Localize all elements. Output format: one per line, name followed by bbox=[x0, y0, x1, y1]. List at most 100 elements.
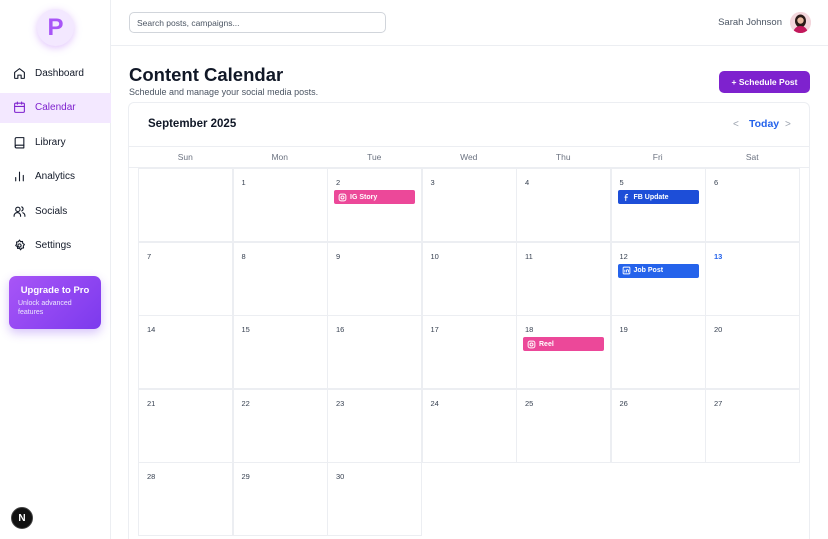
sidebar-item-label: Dashboard bbox=[35, 67, 84, 79]
book-icon bbox=[13, 136, 26, 149]
day-number: 27 bbox=[714, 398, 723, 408]
day-number: 3 bbox=[430, 178, 435, 187]
event-label: Reel bbox=[539, 340, 554, 348]
sidebar-item-dashboard[interactable]: Dashboard bbox=[0, 58, 111, 88]
weekday-label: Sun bbox=[177, 152, 193, 162]
weekday-label: Mon bbox=[271, 152, 289, 162]
upgrade-subtitle: Unlock advanced features bbox=[18, 300, 72, 316]
app-logo[interactable]: P bbox=[37, 9, 74, 46]
sidebar-item-label: Library bbox=[35, 136, 66, 148]
calendar-day-cell[interactable]: 2 IG Story bbox=[327, 168, 422, 242]
calendar-day-cell[interactable]: 16 bbox=[327, 315, 422, 390]
calendar-day-cell[interactable]: 3 bbox=[421, 168, 517, 242]
page-title: Content Calendar bbox=[129, 64, 284, 85]
previous-month-button[interactable]: < bbox=[733, 119, 739, 130]
today-button[interactable]: Today bbox=[749, 118, 779, 130]
calendar-event[interactable]: Job Post bbox=[617, 263, 699, 278]
calendar-day-cell[interactable]: 7 bbox=[138, 241, 233, 316]
weekday-label: Thu bbox=[555, 152, 571, 162]
event-label: FB Update bbox=[633, 193, 669, 201]
day-number: 21 bbox=[147, 398, 156, 408]
calendar-day-cell[interactable]: 9 bbox=[327, 241, 422, 316]
calendar-day-cell[interactable]: 21 bbox=[138, 388, 233, 463]
calendar-day-cell[interactable]: 29 bbox=[232, 462, 328, 537]
day-number: 28 bbox=[147, 472, 156, 482]
calendar-day-cell[interactable]: 17 bbox=[421, 315, 517, 390]
day-number: 8 bbox=[241, 251, 246, 261]
sidebar-item-analytics[interactable]: Analytics bbox=[0, 162, 111, 192]
dev-tools-button[interactable]: N bbox=[11, 507, 33, 529]
day-number: 25 bbox=[525, 398, 534, 408]
calendar-event[interactable]: IG Story bbox=[334, 190, 415, 204]
weekday-label: Tue bbox=[367, 152, 382, 162]
calendar-day-cell[interactable]: 26 bbox=[610, 388, 706, 463]
day-number: 1 bbox=[241, 178, 246, 187]
calendar-day-cell[interactable]: 18 Reel bbox=[516, 315, 611, 390]
calendar-day-cell[interactable]: 6 bbox=[705, 168, 800, 242]
instagram-icon bbox=[527, 340, 536, 349]
day-number: 29 bbox=[241, 472, 250, 482]
day-number: 13 bbox=[714, 251, 723, 261]
sidebar-item-label: Socials bbox=[35, 205, 68, 217]
sidebar-item-library[interactable]: Library bbox=[0, 127, 111, 157]
calendar-day-cell[interactable]: 24 bbox=[421, 388, 517, 463]
weekday-label: Wed bbox=[460, 152, 478, 162]
avatar[interactable] bbox=[790, 12, 811, 33]
app-root: P Dashboard Calendar Library Analytics S… bbox=[0, 0, 828, 539]
calendar-day-cell[interactable] bbox=[138, 168, 233, 242]
sidebar-item-label: Settings bbox=[35, 240, 72, 251]
sidebar-nav: Dashboard Calendar Library Analytics Soc… bbox=[0, 58, 111, 265]
day-number: 26 bbox=[619, 398, 628, 408]
logo-letter: P bbox=[47, 13, 64, 41]
top-header: Sarah Johnson bbox=[111, 0, 828, 46]
calendar-day-cell[interactable]: 12 Job Post bbox=[610, 241, 706, 316]
calendar-card: September 2025 < Today > Sun Mon Tue Wed Thu… bbox=[128, 102, 810, 539]
day-number: 30 bbox=[336, 472, 345, 482]
day-number: 2 bbox=[336, 178, 341, 187]
calendar-day-cell[interactable]: 5 FB Update bbox=[610, 168, 706, 242]
sidebar-item-socials[interactable]: Socials bbox=[0, 196, 111, 226]
calendar-day-cell[interactable]: 23 bbox=[327, 388, 422, 463]
next-month-button[interactable]: > bbox=[785, 119, 791, 130]
upgrade-card[interactable]: Upgrade to Pro Unlock advanced features bbox=[9, 276, 101, 329]
weekday-label: Fri bbox=[652, 152, 663, 162]
calendar-day-cell[interactable]: 11 bbox=[516, 241, 611, 316]
day-number: 11 bbox=[525, 251, 533, 261]
event-label: IG Story bbox=[350, 193, 378, 201]
calendar-day-cell[interactable]: 30 bbox=[327, 462, 422, 537]
calendar-day-cell[interactable]: 27 bbox=[705, 388, 800, 463]
weekday-label: Sat bbox=[745, 152, 759, 162]
calendar-day-cell[interactable]: 28 bbox=[138, 462, 233, 537]
weekday-header: Sun Mon Tue Wed Thu Fri Sat bbox=[129, 146, 809, 168]
calendar-day-cell[interactable]: 13 bbox=[705, 241, 800, 316]
sidebar-item-settings[interactable]: Settings bbox=[0, 231, 111, 261]
sidebar-item-label: Calendar bbox=[35, 102, 76, 113]
schedule-post-button[interactable]: + Schedule Post bbox=[719, 71, 810, 93]
calendar-day-cell[interactable]: 22 bbox=[232, 388, 328, 463]
day-number: 15 bbox=[241, 325, 250, 335]
calendar-day-cell[interactable]: 4 bbox=[516, 168, 611, 242]
calendar-day-cell[interactable]: 20 bbox=[705, 315, 800, 390]
calendar-day-cell[interactable]: 8 bbox=[232, 241, 328, 316]
day-number: 12 bbox=[619, 251, 628, 261]
calendar-day-cell[interactable]: 25 bbox=[516, 388, 611, 463]
calendar-event[interactable]: Reel bbox=[523, 337, 604, 352]
calendar-day-cell[interactable]: 10 bbox=[421, 241, 517, 316]
day-number: 7 bbox=[147, 251, 152, 261]
calendar-day-cell[interactable]: 14 bbox=[138, 315, 233, 390]
day-number: 17 bbox=[430, 325, 439, 335]
sidebar-item-calendar[interactable]: Calendar bbox=[0, 92, 111, 123]
calendar-day-cell[interactable]: 19 bbox=[610, 315, 706, 390]
calendar-day-cell[interactable]: 1 bbox=[232, 168, 328, 242]
calendar-day-cell[interactable]: 15 bbox=[232, 315, 328, 390]
day-number: 19 bbox=[619, 325, 628, 335]
calendar-event[interactable]: FB Update bbox=[617, 190, 699, 204]
upgrade-title: Upgrade to Pro bbox=[20, 285, 90, 296]
day-number: 22 bbox=[241, 398, 250, 408]
search-input[interactable] bbox=[129, 12, 386, 33]
day-number: 14 bbox=[147, 325, 156, 335]
month-label: September 2025 bbox=[148, 118, 237, 130]
sidebar: P Dashboard Calendar Library Analytics S… bbox=[0, 0, 111, 539]
day-number: 9 bbox=[336, 251, 341, 261]
linkedin-icon bbox=[622, 266, 631, 275]
